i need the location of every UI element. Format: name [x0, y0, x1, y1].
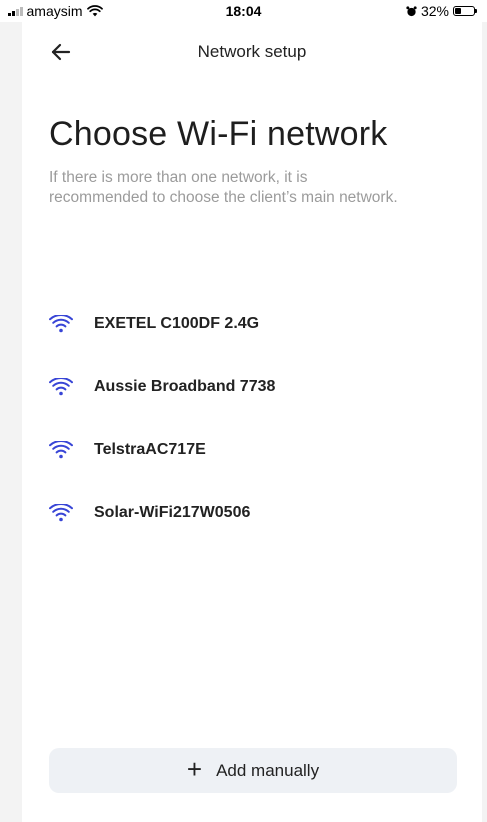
app-screen: Network setup Choose Wi-Fi network If th… — [22, 22, 482, 822]
app-header: Network setup — [22, 22, 482, 82]
header-title: Network setup — [197, 42, 307, 61]
wifi-icon — [49, 504, 73, 522]
network-item-solar-wifi[interactable]: Solar-WiFi217W0506 — [22, 481, 482, 544]
plus-icon: + — [186, 754, 203, 784]
status-bar: amaysim 18:04 32% — [0, 0, 487, 22]
wifi-icon — [49, 441, 73, 459]
network-name: Aussie Broadband 7738 — [94, 378, 276, 395]
network-item-exetel[interactable]: EXETEL C100DF 2.4G — [22, 292, 482, 355]
battery-icon — [453, 6, 477, 16]
network-list: EXETEL C100DF 2.4G Aussie Broadband 7738 — [22, 292, 482, 544]
battery-level — [455, 8, 461, 14]
wifi-icon — [49, 315, 73, 333]
network-item-telstra[interactable]: TelstraAC717E — [22, 418, 482, 481]
network-item-aussie-broadband[interactable]: Aussie Broadband 7738 — [22, 355, 482, 418]
add-manually-button[interactable]: + Add manually — [49, 748, 457, 793]
phone-frame: amaysim 18:04 32% Network setup Choose W… — [0, 0, 487, 822]
wifi-icon — [49, 378, 73, 396]
status-right: 32% — [406, 3, 477, 19]
page-description: If there is more than one network, it is… — [49, 169, 398, 206]
network-name: TelstraAC717E — [94, 441, 206, 458]
battery-percent: 32% — [420, 3, 449, 19]
network-name: EXETEL C100DF 2.4G — [94, 315, 260, 332]
page-heading: Choose Wi-Fi network — [49, 115, 388, 153]
alarm-icon — [406, 5, 417, 16]
network-name: Solar-WiFi217W0506 — [94, 504, 251, 521]
add-manually-label: Add manually — [216, 760, 320, 780]
